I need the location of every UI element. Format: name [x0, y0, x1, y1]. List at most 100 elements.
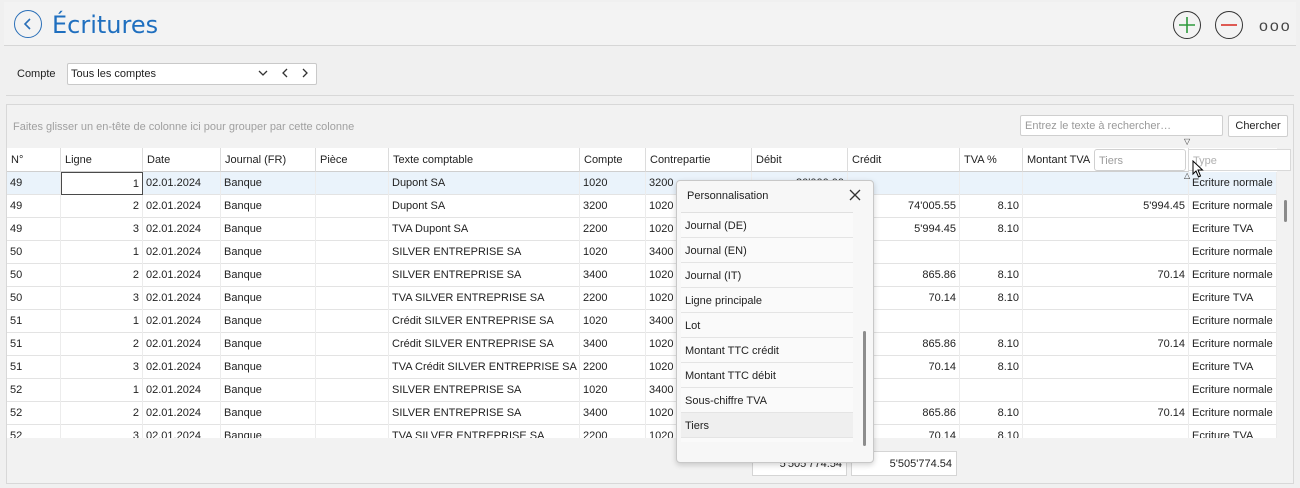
table-cell[interactable]: 8.10 [960, 218, 1023, 241]
table-cell[interactable]: TVA SILVER ENTREPRISE SA [389, 425, 580, 438]
add-button[interactable] [1173, 11, 1201, 39]
table-cell[interactable]: 02.01.2024 [143, 425, 221, 438]
tiers-column-header-drag[interactable]: Tiers [1094, 149, 1186, 171]
table-cell[interactable]: 02.01.2024 [143, 241, 221, 264]
popup-column-item[interactable]: Journal (DE) [681, 213, 853, 238]
popup-column-item[interactable]: Tiers [681, 413, 853, 438]
table-cell[interactable]: Ecriture normale [1189, 195, 1277, 218]
chevron-down-icon[interactable] [258, 67, 268, 81]
table-cell[interactable]: SILVER ENTREPRISE SA [389, 264, 580, 287]
table-cell[interactable] [1023, 310, 1189, 333]
table-cell[interactable]: Ecriture TVA [1189, 287, 1277, 310]
table-cell[interactable]: Ecriture normale [1189, 379, 1277, 402]
table-row[interactable]: 52 1 02.01.2024 Banque SILVER ENTREPRISE SA 1… [7, 379, 1277, 402]
table-cell[interactable]: 1 [61, 310, 143, 333]
remove-button[interactable] [1215, 11, 1243, 39]
table-cell[interactable] [960, 241, 1023, 264]
table-cell[interactable] [1023, 379, 1189, 402]
table-cell[interactable]: 1020 [580, 310, 646, 333]
table-cell[interactable]: 8.10 [960, 425, 1023, 438]
table-cell[interactable] [1023, 425, 1189, 438]
table-cell[interactable]: Ecriture TVA [1189, 425, 1277, 438]
table-cell[interactable]: Ecriture normale [1189, 402, 1277, 425]
table-cell[interactable]: Banque [221, 402, 316, 425]
table-cell[interactable]: 51 [7, 356, 61, 379]
table-cell[interactable] [960, 172, 1023, 195]
table-cell[interactable] [316, 218, 389, 241]
table-row[interactable]: 52 3 02.01.2024 Banque TVA SILVER ENTREPRISE… [7, 425, 1277, 438]
table-row[interactable]: 49 2 02.01.2024 Banque Dupont SA 3200 1020 74'0… [7, 195, 1277, 218]
table-cell[interactable]: TVA SILVER ENTREPRISE SA [389, 287, 580, 310]
table-cell[interactable]: Banque [221, 172, 316, 195]
table-row[interactable]: 51 1 02.01.2024 Banque Crédit SILVER ENTREPR… [7, 310, 1277, 333]
table-cell[interactable]: 51 [7, 333, 61, 356]
table-cell[interactable] [316, 195, 389, 218]
grid-scrollbar[interactable] [1284, 200, 1287, 222]
table-cell[interactable]: Banque [221, 356, 316, 379]
table-cell[interactable]: 49 [7, 195, 61, 218]
table-row[interactable]: 52 2 02.01.2024 Banque SILVER ENTREPRISE SA 3… [7, 402, 1277, 425]
table-cell[interactable]: 1 [61, 379, 143, 402]
table-cell[interactable]: Ecriture TVA [1189, 218, 1277, 241]
table-cell[interactable]: 52 [7, 402, 61, 425]
table-cell[interactable]: TVA Crédit SILVER ENTREPRISE SA [389, 356, 580, 379]
table-cell[interactable]: SILVER ENTREPRISE SA [389, 379, 580, 402]
table-cell[interactable]: 2 [61, 402, 143, 425]
table-cell[interactable]: 3 [61, 287, 143, 310]
table-cell[interactable]: Ecriture normale [1189, 264, 1277, 287]
table-cell[interactable]: 8.10 [960, 287, 1023, 310]
table-cell[interactable]: 02.01.2024 [143, 356, 221, 379]
table-cell[interactable]: 8.10 [960, 402, 1023, 425]
table-cell[interactable]: Dupont SA [389, 172, 580, 195]
table-row[interactable]: 50 1 02.01.2024 Banque SILVER ENTREPRISE SA 1… [7, 241, 1277, 264]
table-cell[interactable] [1023, 172, 1189, 195]
table-cell[interactable]: 70.14 [1023, 264, 1189, 287]
table-cell[interactable]: 2 [61, 333, 143, 356]
column-header[interactable]: Contrepartie [646, 148, 752, 172]
table-cell[interactable]: 1020 [580, 172, 646, 195]
column-header[interactable]: Pièce [316, 148, 389, 172]
table-cell[interactable]: 70.14 [1023, 333, 1189, 356]
table-cell[interactable] [316, 333, 389, 356]
popup-column-item[interactable]: Sous-chiffre TVA [681, 388, 853, 413]
table-row[interactable]: 51 3 02.01.2024 Banque TVA Crédit SILVER ENT… [7, 356, 1277, 379]
table-cell[interactable] [316, 241, 389, 264]
table-cell[interactable]: Crédit SILVER ENTREPRISE SA [389, 333, 580, 356]
popup-column-item[interactable]: Journal (IT) [681, 263, 853, 288]
table-row[interactable]: 51 2 02.01.2024 Banque Crédit SILVER ENTREPR… [7, 333, 1277, 356]
table-cell[interactable]: SILVER ENTREPRISE SA [389, 241, 580, 264]
table-cell[interactable]: 02.01.2024 [143, 195, 221, 218]
table-row[interactable]: 49102.01.2024BanqueDupont SA1020320080'0… [7, 172, 1277, 195]
table-cell[interactable]: Banque [221, 264, 316, 287]
table-cell[interactable] [316, 402, 389, 425]
table-cell[interactable] [1023, 241, 1189, 264]
column-header[interactable]: N° [7, 148, 61, 172]
column-header[interactable]: Texte comptable [389, 148, 580, 172]
column-header[interactable]: Date [143, 148, 221, 172]
table-cell[interactable]: Banque [221, 287, 316, 310]
table-cell[interactable] [316, 172, 389, 195]
previous-account-icon[interactable] [280, 67, 290, 81]
back-button[interactable] [14, 10, 42, 38]
table-cell[interactable]: Banque [221, 425, 316, 438]
table-cell[interactable]: Ecriture normale [1189, 241, 1277, 264]
column-header[interactable]: Crédit [848, 148, 960, 172]
compte-select[interactable]: Tous les comptes [67, 63, 317, 85]
table-cell[interactable]: 52 [7, 425, 61, 438]
table-cell[interactable]: Dupont SA [389, 195, 580, 218]
table-cell[interactable]: Banque [221, 333, 316, 356]
table-cell[interactable]: 1020 [580, 379, 646, 402]
table-cell[interactable]: Banque [221, 195, 316, 218]
table-cell[interactable] [1023, 287, 1189, 310]
table-cell[interactable]: Ecriture normale [1189, 310, 1277, 333]
table-cell[interactable]: 1 [61, 241, 143, 264]
column-header[interactable]: Compte [580, 148, 646, 172]
table-cell[interactable] [316, 264, 389, 287]
popup-scrollbar[interactable] [863, 331, 866, 446]
table-cell[interactable]: 2200 [580, 218, 646, 241]
next-account-icon[interactable] [300, 67, 310, 81]
table-cell[interactable] [316, 287, 389, 310]
table-cell[interactable]: Ecriture normale [1189, 333, 1277, 356]
table-cell[interactable]: Banque [221, 310, 316, 333]
table-cell[interactable]: 8.10 [960, 195, 1023, 218]
